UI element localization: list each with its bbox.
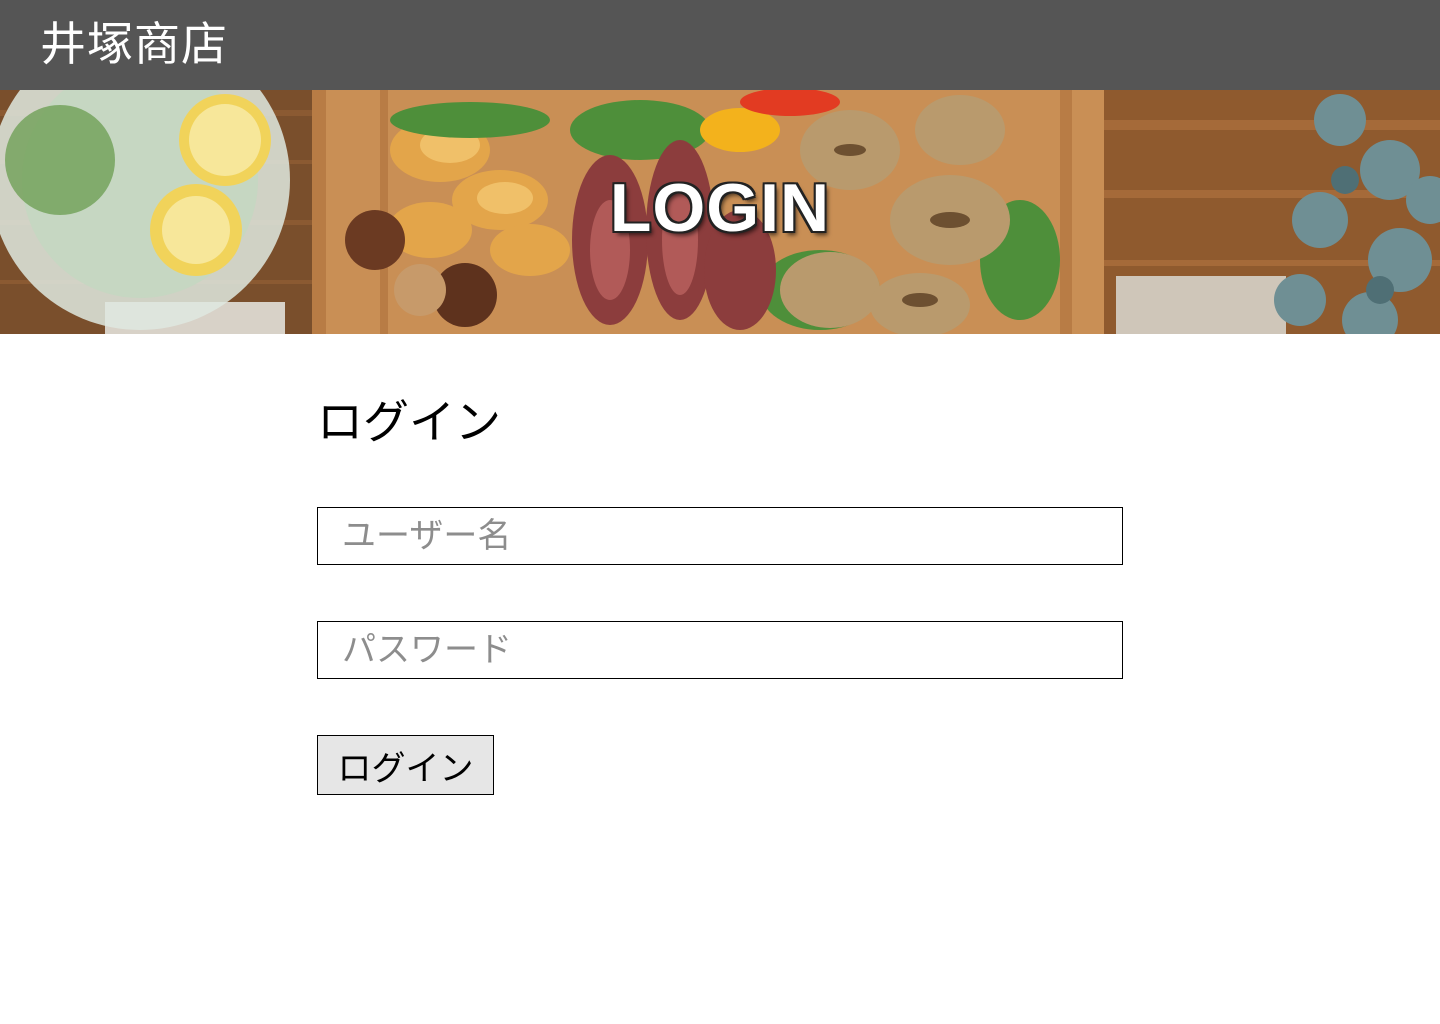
login-button[interactable]: ログイン <box>317 735 494 795</box>
site-title[interactable]: 井塚商店 <box>40 14 228 74</box>
login-heading: ログイン <box>317 395 501 449</box>
hero-banner: LOGIN <box>0 90 1440 334</box>
hero-title: LOGIN <box>609 170 831 246</box>
username-input[interactable] <box>317 507 1123 565</box>
site-header: 井塚商店 <box>0 0 1440 90</box>
password-input[interactable] <box>317 621 1123 679</box>
